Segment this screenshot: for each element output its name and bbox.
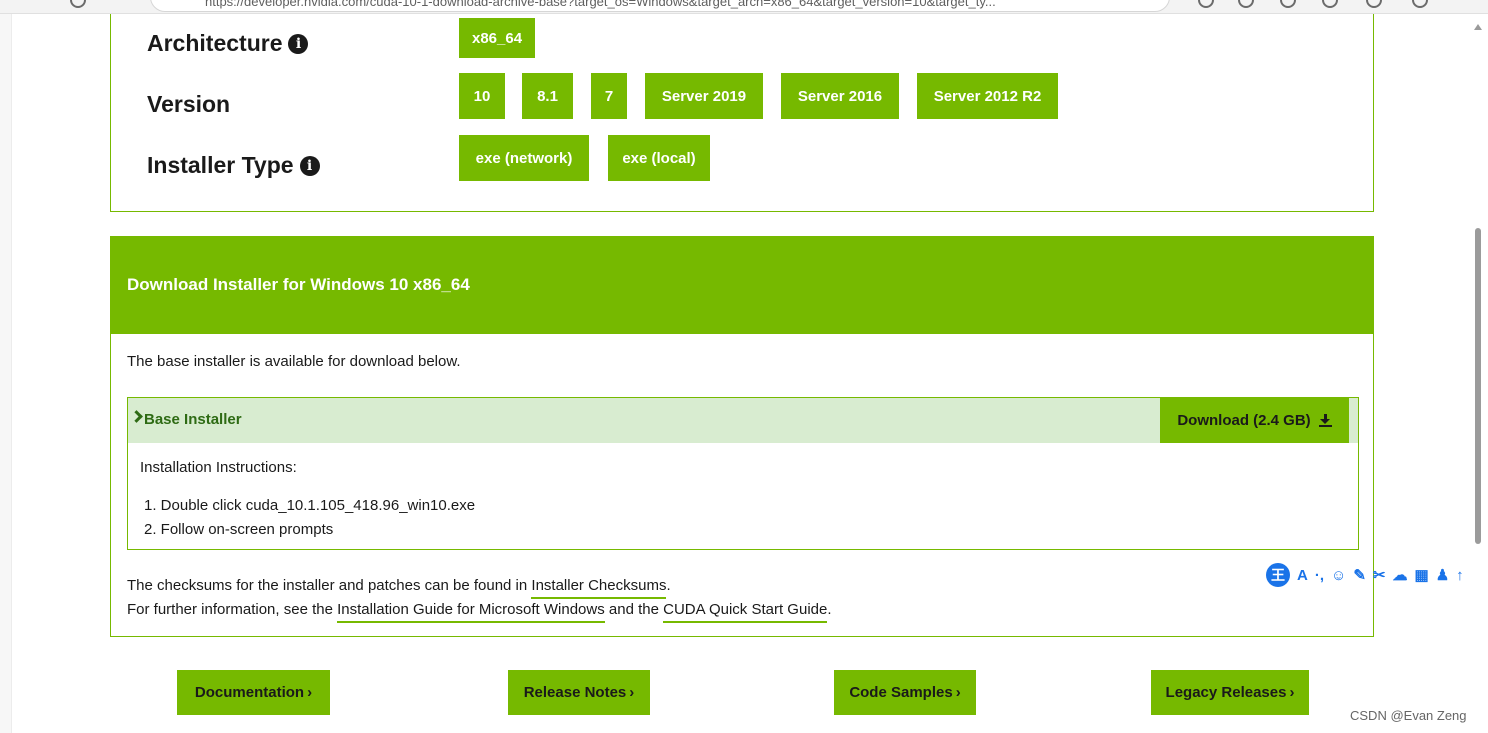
chevron-right-icon: ›	[1289, 684, 1295, 701]
download-button[interactable]: Download (2.4 GB)	[1160, 398, 1349, 443]
extension-icon[interactable]	[1198, 0, 1214, 8]
punctuation-icon[interactable]: ·,	[1315, 567, 1324, 584]
option-version-server-2012-r2[interactable]: Server 2012 R2	[917, 73, 1058, 119]
release-notes-button[interactable]: Release Notes ›	[508, 670, 650, 715]
architecture-label: Architecture i	[147, 30, 309, 57]
browser-toolbar: https://developer.nvidia.com/cuda-10-1-d…	[0, 0, 1488, 14]
further-middle: and the	[604, 601, 664, 618]
code-samples-label: Code Samples	[849, 684, 953, 701]
option-version-server-2019[interactable]: Server 2019	[645, 73, 763, 119]
page-margin	[0, 14, 12, 733]
list-item: 2. Follow on-screen prompts	[144, 521, 334, 538]
chevron-right-icon: ›	[629, 684, 635, 701]
download-title: Download Installer for Windows 10 x86_64	[127, 275, 470, 294]
download-panel-header: Download Installer for Windows 10 x86_64	[111, 237, 1373, 334]
code-samples-button[interactable]: Code Samples ›	[834, 670, 976, 715]
reload-icon[interactable]	[70, 0, 86, 8]
user-icon[interactable]: ♟	[1436, 566, 1449, 584]
checksum-prefix: The checksums for the installer and patc…	[127, 577, 532, 594]
profile-avatar-icon[interactable]	[1412, 0, 1428, 8]
ime-logo-icon[interactable]: 王	[1266, 563, 1290, 587]
floating-input-toolbar[interactable]: 王 A ·, ☺ ✎ ✂ ☁ ▦ ♟ ↑	[1266, 562, 1488, 588]
installation-instructions-title: Installation Instructions:	[140, 459, 297, 476]
installer-type-label-text: Installer Type	[147, 152, 294, 178]
address-bar-url[interactable]: https://developer.nvidia.com/cuda-10-1-d…	[205, 0, 996, 9]
quick-start-guide-link[interactable]: CUDA Quick Start Guide	[663, 601, 828, 623]
upload-icon[interactable]: ↑	[1456, 567, 1464, 584]
further-info-line: For further information, see the Install…	[127, 601, 832, 623]
chevron-right-icon: ›	[955, 684, 961, 701]
cloud-icon[interactable]: ☁	[1393, 566, 1408, 584]
watermark: CSDN @Evan Zeng	[1350, 708, 1467, 723]
download-icon	[1318, 414, 1332, 427]
base-installer-label: Base Installer	[144, 411, 242, 428]
architecture-label-text: Architecture	[147, 30, 283, 56]
extensions-icon[interactable]	[1366, 0, 1382, 8]
reading-list-icon[interactable]	[1238, 0, 1254, 8]
release-notes-label: Release Notes	[523, 684, 627, 701]
pen-icon[interactable]: ✎	[1353, 566, 1366, 584]
legacy-releases-label: Legacy Releases	[1165, 684, 1287, 701]
keyboard-icon[interactable]: ▦	[1415, 566, 1429, 584]
available-text: The base installer is available for down…	[127, 353, 461, 370]
vertical-scrollbar[interactable]	[1470, 14, 1488, 733]
font-icon[interactable]: A	[1297, 567, 1308, 584]
option-architecture-x86_64[interactable]: x86_64	[459, 18, 536, 58]
further-prefix: For further information, see the	[127, 601, 338, 618]
installation-steps: 1. Double click cuda_10.1.105_418.96_win…	[144, 494, 475, 542]
checksum-line: The checksums for the installer and patc…	[127, 577, 671, 599]
download-button-label: Download (2.4 GB)	[1177, 412, 1311, 429]
legacy-releases-button[interactable]: Legacy Releases ›	[1151, 670, 1309, 715]
download-panel: Download Installer for Windows 10 x86_64…	[110, 236, 1374, 637]
chevron-right-icon	[130, 410, 143, 423]
installer-type-label: Installer Type i	[147, 152, 320, 179]
base-installer-section: Base Installer Download (2.4 GB) Install…	[127, 397, 1359, 550]
list-item: 1. Double click cuda_10.1.105_418.96_win…	[144, 497, 476, 514]
target-platform-selector: Architecture i x86_64 Version 10 8.1 7 S…	[110, 14, 1374, 212]
option-installer-exe-local[interactable]: exe (local)	[608, 135, 710, 181]
option-version-7[interactable]: 7	[591, 73, 627, 119]
favorites-icon[interactable]	[1280, 0, 1296, 8]
option-version-10[interactable]: 10	[459, 73, 505, 119]
info-icon[interactable]: i	[288, 33, 309, 54]
version-label-text: Version	[147, 91, 231, 117]
chevron-right-icon: ›	[307, 684, 313, 701]
scroll-up-arrow-icon[interactable]	[1474, 24, 1482, 30]
documentation-label: Documentation	[194, 684, 305, 701]
documentation-button[interactable]: Documentation ›	[177, 670, 330, 715]
scissors-icon[interactable]: ✂	[1373, 566, 1386, 584]
installer-checksums-link[interactable]: Installer Checksums	[531, 577, 667, 599]
version-label: Version	[147, 91, 230, 118]
option-version-server-2016[interactable]: Server 2016	[781, 73, 899, 119]
installation-guide-link[interactable]: Installation Guide for Microsoft Windows	[337, 601, 605, 623]
scrollbar-thumb[interactable]	[1475, 228, 1481, 544]
option-version-8-1[interactable]: 8.1	[522, 73, 573, 119]
base-installer-toggle[interactable]: Base Installer Download (2.4 GB)	[128, 398, 1358, 443]
downloads-icon[interactable]	[1322, 0, 1338, 8]
emoji-icon[interactable]: ☺	[1331, 567, 1346, 584]
info-icon[interactable]: i	[299, 155, 320, 176]
further-suffix: .	[827, 601, 832, 618]
option-installer-exe-network[interactable]: exe (network)	[459, 135, 589, 181]
checksum-suffix: .	[666, 577, 671, 594]
